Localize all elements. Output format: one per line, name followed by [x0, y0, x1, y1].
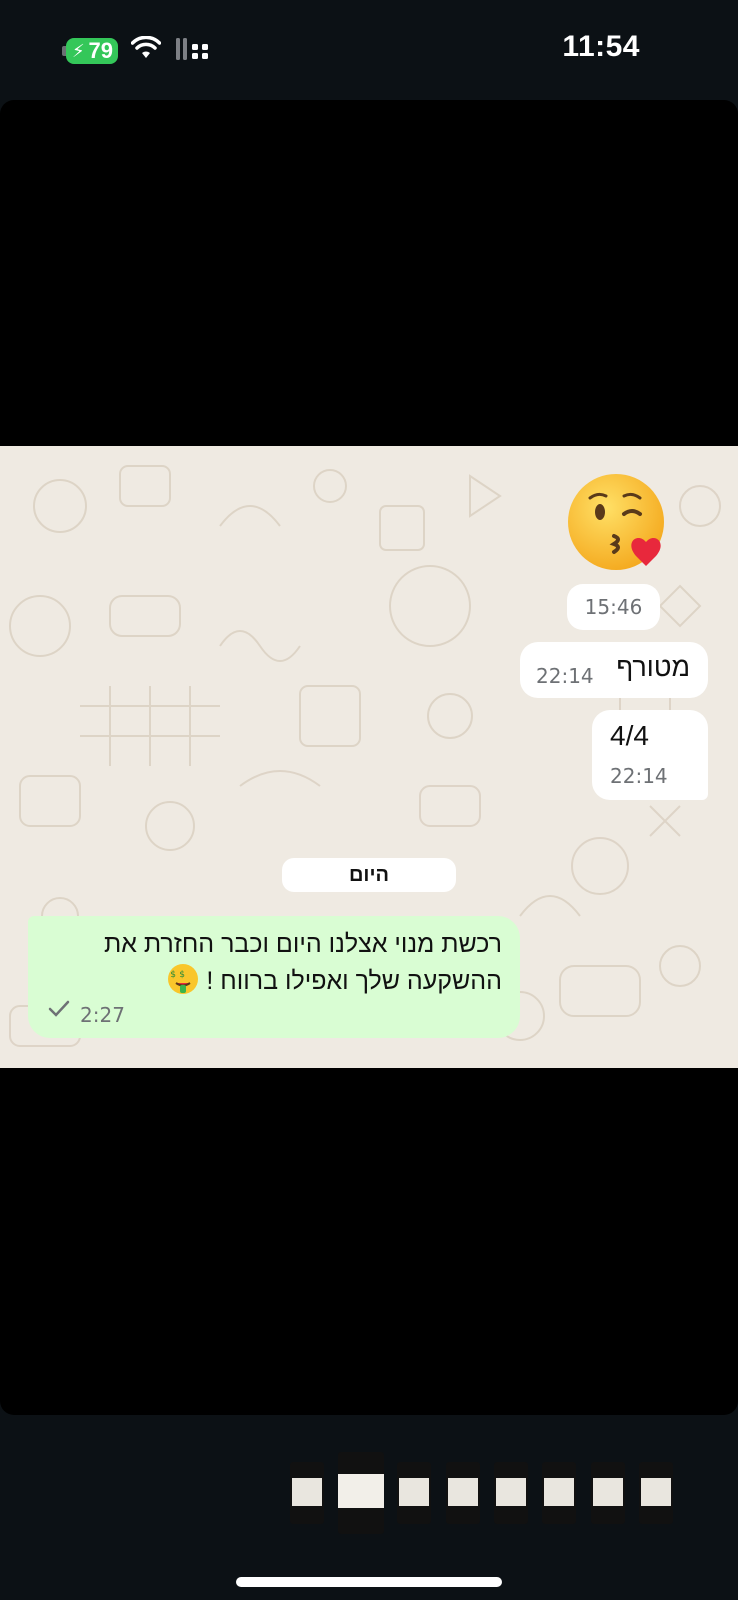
thumbnail[interactable]	[446, 1462, 480, 1524]
incoming-message-1[interactable]: מטורף 22:14	[520, 642, 708, 698]
charging-bolt-icon: ⚡	[72, 41, 85, 61]
day-divider: היום	[282, 858, 456, 892]
thumbnail[interactable]	[290, 1462, 324, 1524]
svg-text:$: $	[171, 970, 177, 980]
thumbnail[interactable]	[397, 1462, 431, 1524]
thumbnail[interactable]	[591, 1462, 625, 1524]
message-time: 2:27	[80, 1003, 125, 1027]
cellular-signal-icon	[176, 38, 208, 60]
thumbnail-strip	[0, 1440, 738, 1534]
message-time: 22:14	[536, 664, 594, 688]
home-indicator[interactable]	[236, 1577, 502, 1587]
money-mouth-face-emoji: $ $	[168, 964, 199, 994]
message-line-1: רכשת מנוי אצלנו היום וכבר החזרת את	[103, 930, 502, 958]
kissing-face-emoji[interactable]	[566, 472, 670, 576]
message-time: 22:14	[610, 764, 668, 788]
message-line-2: ההשקעה שלך ואפילו ברווח !	[206, 967, 502, 995]
status-time: 11:54	[562, 30, 640, 63]
message-text: רכשת מנוי אצלנו היום וכבר החזרת את ההשקע…	[42, 926, 502, 1000]
outgoing-message[interactable]: רכשת מנוי אצלנו היום וכבר החזרת את ההשקע…	[28, 916, 520, 1038]
time-chip: 15:46	[567, 584, 660, 630]
incoming-message-2[interactable]: 4/4 22:14	[592, 710, 708, 800]
thumbnail[interactable]	[639, 1462, 673, 1524]
image-viewer[interactable]: 15:46 מטורף 22:14 4/4 22:14 היום רכשת מנ…	[0, 100, 738, 1415]
battery-indicator: ⚡ 79	[66, 38, 118, 64]
thumbnail-active[interactable]	[338, 1452, 384, 1534]
svg-text:$: $	[180, 970, 186, 980]
message-text: מטורף	[616, 652, 690, 682]
thumbnail[interactable]	[542, 1462, 576, 1524]
thumbnail[interactable]	[494, 1462, 528, 1524]
wifi-icon	[131, 36, 161, 58]
message-text: 4/4	[610, 720, 649, 751]
status-bar: ⚡ 79 11:54	[0, 0, 738, 100]
battery-level: 79	[88, 38, 113, 63]
chat-screenshot[interactable]: 15:46 מטורף 22:14 4/4 22:14 היום רכשת מנ…	[0, 446, 738, 1068]
single-check-icon	[48, 1000, 70, 1017]
